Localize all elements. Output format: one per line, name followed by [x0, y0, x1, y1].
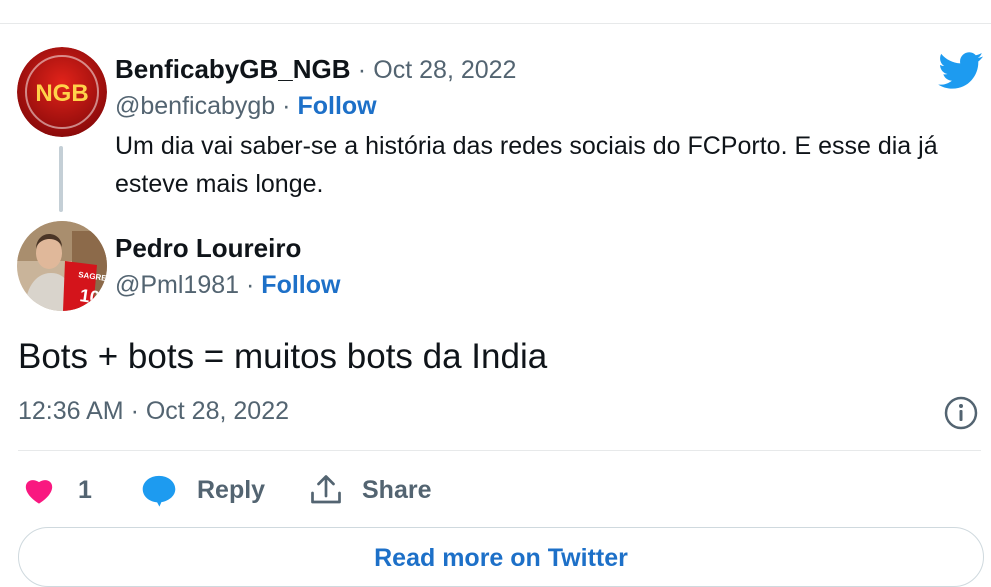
heart-icon [25, 480, 53, 504]
reply-label: Reply [197, 475, 266, 504]
avatar-benficabygb[interactable]: NGB [17, 47, 107, 137]
author-handle[interactable]: @benficabygb [115, 92, 275, 120]
follow-button[interactable]: Follow [297, 92, 376, 120]
avatar-pml1981[interactable]: SAGRES 10 [17, 221, 107, 311]
share-button[interactable]: Share [308, 470, 431, 510]
svg-text:10: 10 [78, 285, 101, 308]
tweet-timestamp[interactable]: 12:36 AM · Oct 28, 2022 [18, 397, 289, 426]
profile-photo: SAGRES 10 [17, 221, 107, 311]
ngb-logo: NGB [17, 47, 107, 137]
info-icon[interactable] [944, 396, 978, 430]
share-label: Share [362, 475, 432, 504]
tweet-text: Bots + bots = muitos bots da India [18, 337, 548, 376]
read-more-label: Read more on Twitter [374, 544, 628, 572]
speech-bubble-icon [142, 475, 176, 507]
reply-button[interactable]: Reply [140, 470, 265, 510]
top-divider [0, 23, 991, 24]
tweet-text: Um dia vai saber-se a história das redes… [115, 132, 938, 198]
follow-button[interactable]: Follow [261, 271, 340, 299]
like-count: 1 [78, 475, 92, 504]
read-more-button[interactable]: Read more on Twitter [18, 527, 984, 587]
tweet-date[interactable]: Oct 28, 2022 [373, 56, 516, 84]
share-upload-icon [311, 475, 341, 504]
actions-divider [18, 450, 981, 451]
thread-connector [59, 146, 63, 212]
like-button[interactable]: 1 [22, 470, 92, 510]
separator: · [282, 92, 291, 120]
separator: · [246, 271, 255, 299]
author-handle[interactable]: @Pml1981 [115, 271, 239, 299]
separator: · [357, 56, 367, 84]
author-name[interactable]: Pedro Loureiro [115, 233, 301, 264]
twitter-bird-icon[interactable] [938, 52, 984, 90]
author-name[interactable]: BenficabyGB_NGB [115, 54, 351, 84]
ngb-logo-text: NGB [35, 80, 88, 107]
